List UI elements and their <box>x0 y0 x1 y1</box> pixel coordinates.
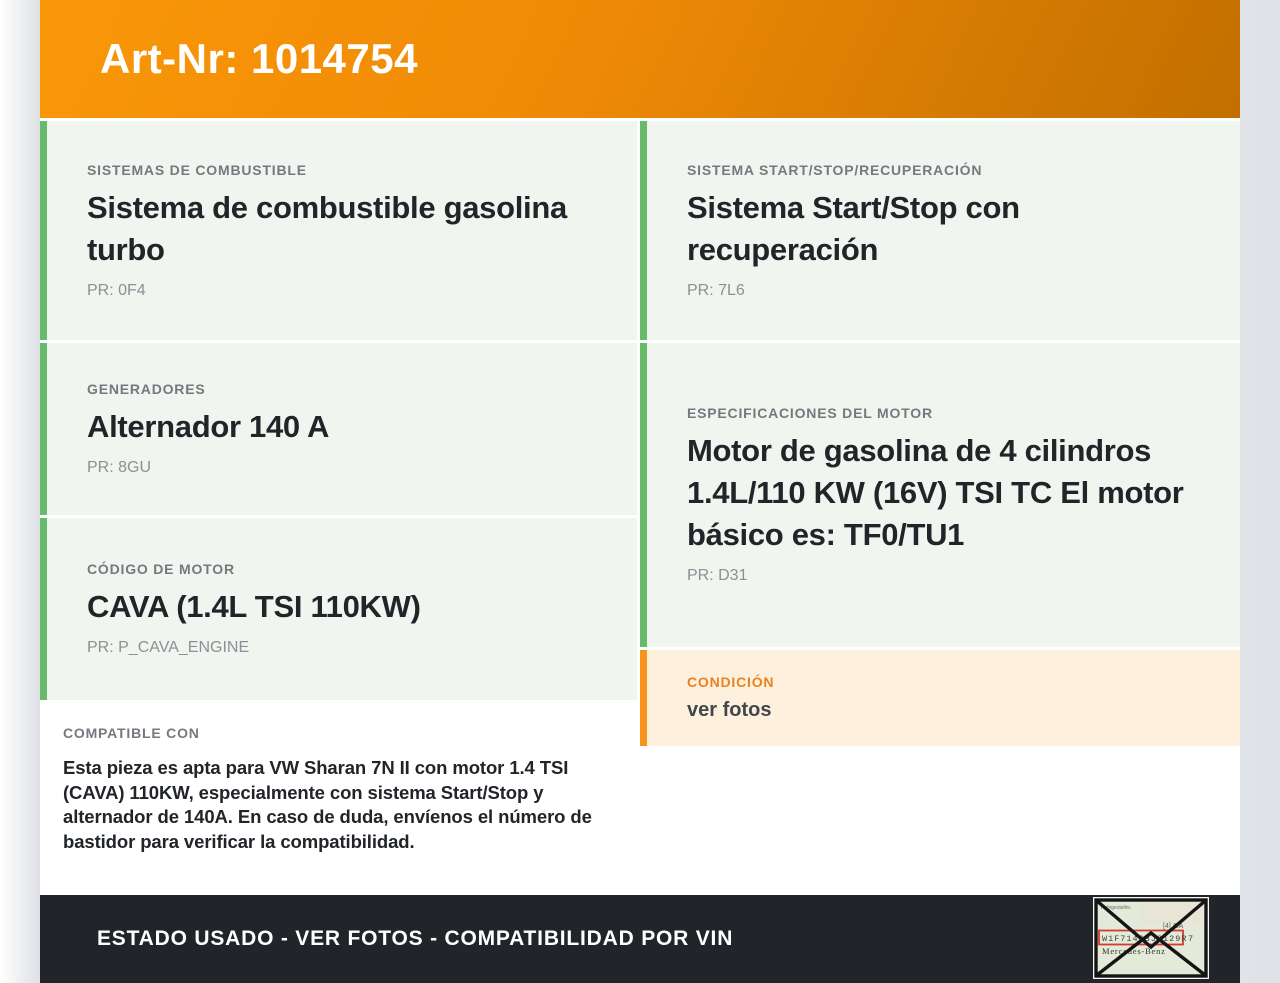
section-label: GENERADORES <box>87 381 206 397</box>
empty-panel <box>640 749 1240 895</box>
card-grid: SISTEMAS DE COMBUSTIBLE Sistema de combu… <box>40 121 1240 895</box>
section-label: COMPATIBLE CON <box>63 725 200 741</box>
envelope-icon: Fahrgestellnr. [4] AiA W1F71463J3129R 7 … <box>1093 897 1209 979</box>
pr-code: PR: 0F4 <box>87 281 146 299</box>
card-condition: CONDICIÓN ver fotos <box>640 650 1240 746</box>
header-banner: Art-Nr: 1014754 <box>40 0 1240 118</box>
section-label: CONDICIÓN <box>687 673 775 690</box>
footer-text: ESTADO USADO - VER FOTOS - COMPATIBILIDA… <box>97 927 734 950</box>
registration-envelope-image: Fahrgestellnr. [4] AiA W1F71463J3129R 7 … <box>1093 897 1209 979</box>
section-title: Alternador 140 A <box>87 409 330 444</box>
pr-code: PR: 8GU <box>87 459 152 476</box>
card-engine-specs: ESPECIFICACIONES DEL MOTOR Motor de gaso… <box>640 343 1240 647</box>
pr-code: PR: 7L6 <box>687 281 745 299</box>
section-label: CÓDIGO DE MOTOR <box>87 561 235 577</box>
left-column: SISTEMAS DE COMBUSTIBLE Sistema de combu… <box>40 121 637 895</box>
card-start-stop: SISTEMA START/STOP/RECUPERACIÓN Sistema … <box>640 121 1240 340</box>
section-label: SISTEMA START/STOP/RECUPERACIÓN <box>687 161 983 178</box>
section-title: Sistema Start/Stop con recuperación <box>687 189 1020 267</box>
compatibility-text: Esta pieza es apta para VW Sharan 7N II … <box>63 757 592 852</box>
footer-bar: ESTADO USADO - VER FOTOS - COMPATIBILIDA… <box>40 895 1240 983</box>
card-generators: GENERADORES Alternador 140 A PR: 8GU <box>40 343 637 515</box>
listing-page: Art-Nr: 1014754 SISTEMAS DE COMBUSTIBLE … <box>40 0 1240 983</box>
card-compatibility: COMPATIBLE CON Esta pieza es apta para V… <box>40 703 637 895</box>
section-label: ESPECIFICACIONES DEL MOTOR <box>687 405 933 421</box>
section-title: Sistema de combustible gasolina turbo <box>87 189 567 267</box>
right-column: SISTEMA START/STOP/RECUPERACIÓN Sistema … <box>640 121 1240 895</box>
pr-code: PR: D31 <box>687 567 748 584</box>
card-engine-code: CÓDIGO DE MOTOR CAVA (1.4L TSI 110KW) PR… <box>40 518 637 700</box>
section-label: SISTEMAS DE COMBUSTIBLE <box>87 161 307 178</box>
vin-suffix-text: 7 <box>1188 934 1193 944</box>
section-title: CAVA (1.4L TSI 110KW) <box>87 589 421 624</box>
page-title: Art-Nr: 1014754 <box>100 35 418 82</box>
section-title: Motor de gasolina de 4 cilindros 1.4L/11… <box>687 433 1184 552</box>
pr-code: PR: P_CAVA_ENGINE <box>87 639 250 656</box>
condition-value: ver fotos <box>687 698 772 721</box>
card-fuel-system: SISTEMAS DE COMBUSTIBLE Sistema de combu… <box>40 121 637 340</box>
